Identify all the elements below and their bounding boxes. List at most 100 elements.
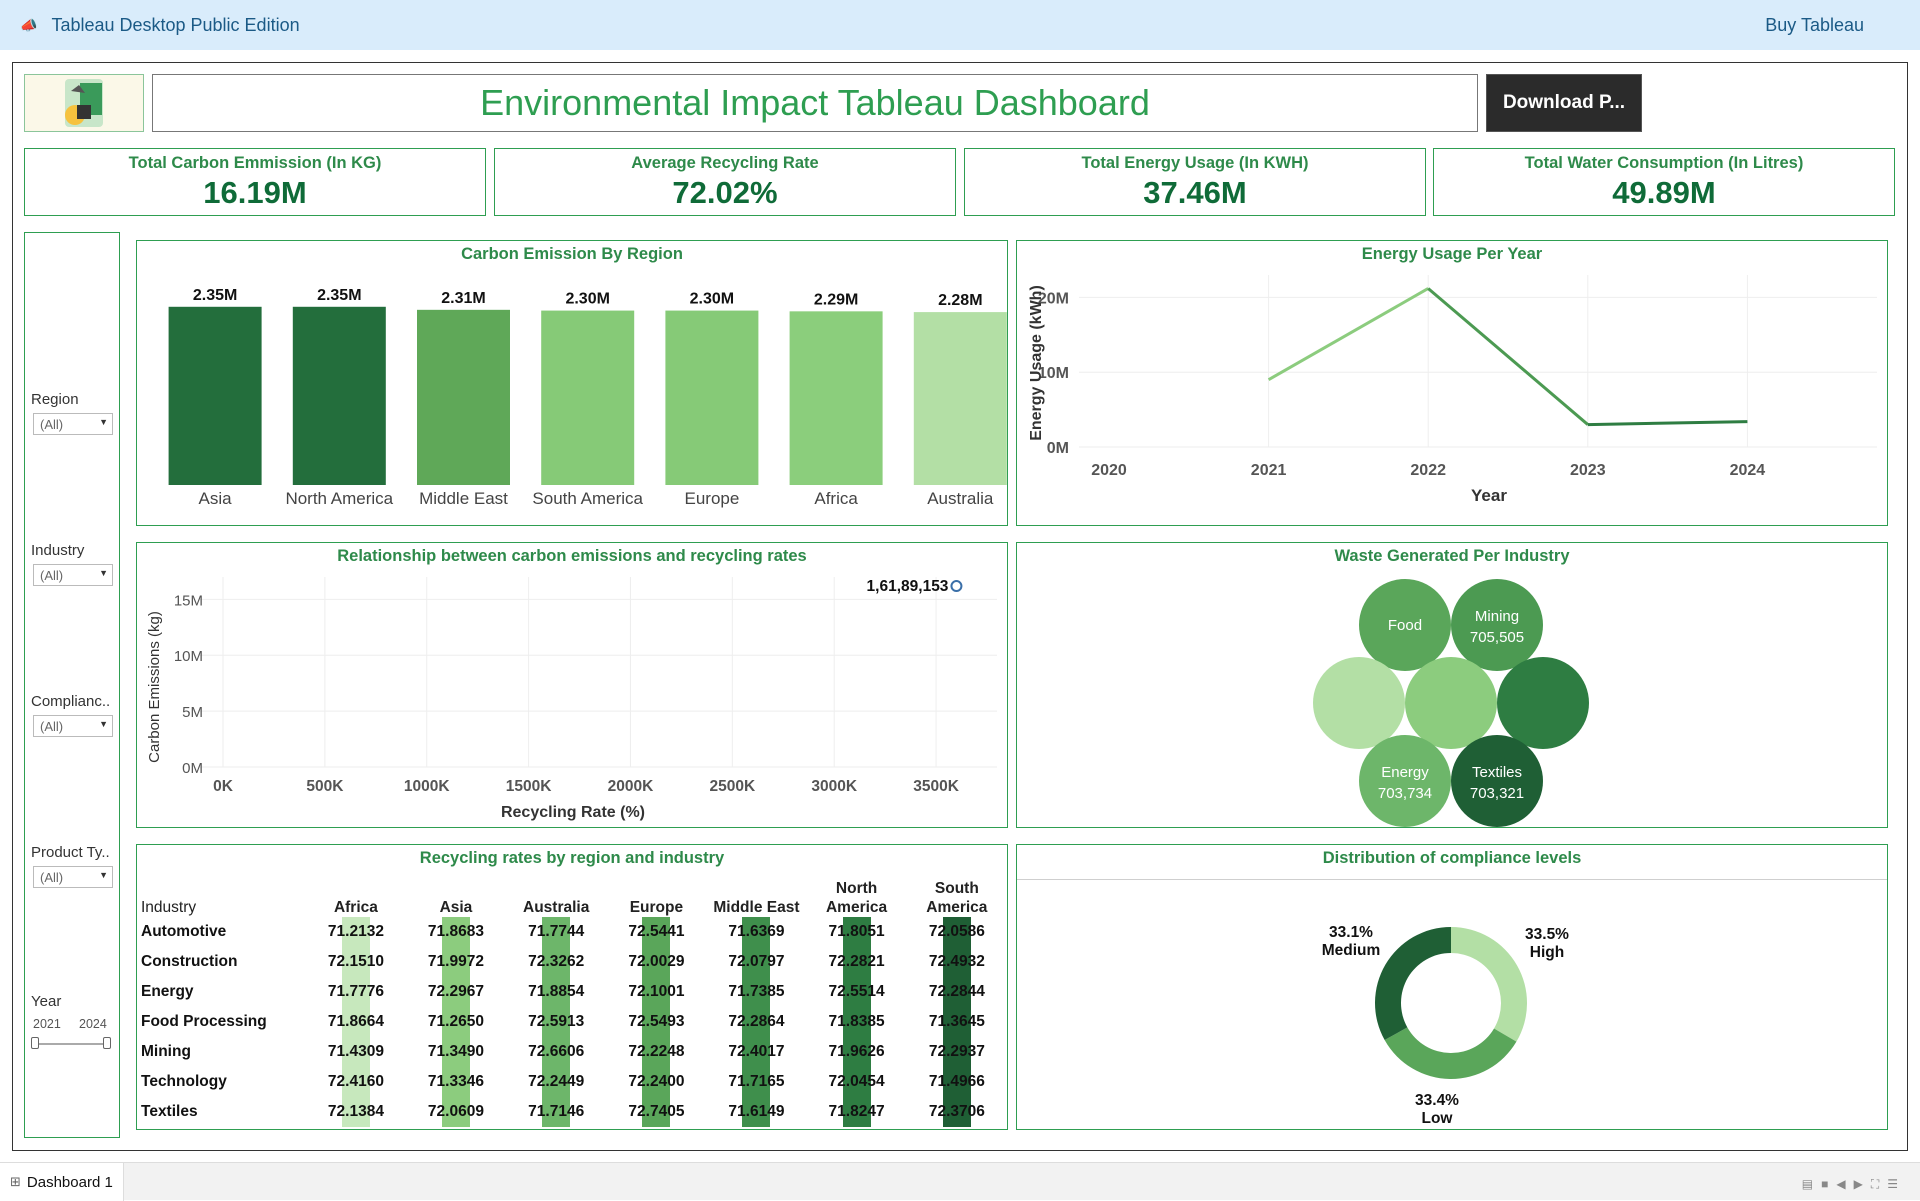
- cell-value: 71.3346: [427, 1073, 484, 1090]
- heatmap-cell: 71.2650: [406, 1007, 506, 1037]
- heatmap-cell: 72.3262: [506, 947, 606, 977]
- filter-panel: Region (All) ▼ Industry (All) ▼ Complian…: [24, 232, 120, 1138]
- buy-tableau-link[interactable]: Buy Tableau: [1765, 15, 1864, 36]
- cell-value: 71.2132: [327, 923, 384, 940]
- point-label: 1,61,89,153: [867, 578, 949, 595]
- cell-wrap: 72.3262: [528, 947, 585, 977]
- logo-image: [25, 75, 143, 131]
- heatmap-cell: 72.0586: [907, 917, 1007, 947]
- row-header-label: Industry: [141, 899, 197, 916]
- year-min-label: 2021: [33, 1017, 61, 1031]
- x-tick-label: 2020: [1091, 462, 1127, 479]
- download-pdf-button[interactable]: Download P...: [1486, 74, 1642, 132]
- view-controls[interactable]: ▤■◀▶⛶☰: [1802, 1177, 1906, 1192]
- heatmap-cell: 71.4309: [306, 1037, 406, 1067]
- bubble-name-label: Mining: [1475, 608, 1519, 625]
- cell-value: 72.1510: [327, 953, 384, 970]
- x-tick-label: 1500K: [506, 778, 552, 795]
- cell-value: 72.2967: [427, 983, 484, 1000]
- cell-value: 72.6606: [528, 1043, 585, 1060]
- cell-wrap: 72.2400: [628, 1067, 684, 1097]
- heatmap-cell: 72.1510: [306, 947, 406, 977]
- table-row: Textiles 72.1384 72.0609 71.7146 72.7405 71.6…: [141, 1097, 1007, 1127]
- cell-wrap: 71.7165: [728, 1067, 785, 1097]
- bar-value-label: 2.30M: [690, 291, 734, 308]
- slice-name-label: High: [1530, 944, 1564, 961]
- cell-wrap: 71.8051: [828, 917, 885, 947]
- table-row: Mining 71.4309 71.3490 72.6606 72.2248 72.401…: [141, 1037, 1007, 1067]
- bar-value-label: 2.31M: [441, 290, 485, 307]
- cell-wrap: 72.2449: [528, 1067, 584, 1097]
- cell-value: 72.5441: [628, 923, 685, 940]
- cell-value: 71.8664: [327, 1013, 384, 1030]
- industry-name: Construction: [141, 953, 238, 970]
- heatmap-cell: 71.9626: [806, 1037, 906, 1067]
- year-slider-min-handle[interactable]: [31, 1037, 39, 1049]
- category-tick-label: Middle East: [419, 489, 508, 508]
- cell-wrap: 71.9972: [427, 947, 484, 977]
- x-axis-title: Recycling Rate (%): [501, 804, 645, 821]
- year-slider-track[interactable]: [35, 1043, 107, 1045]
- cell-wrap: 72.6606: [528, 1037, 585, 1067]
- bubble-value-label: 703,321: [1470, 785, 1524, 802]
- cell-value: 71.9972: [427, 953, 484, 970]
- cell-value: 72.4017: [728, 1043, 785, 1060]
- heatmap-cell: 72.1001: [606, 977, 706, 1007]
- heatmap-cell: 72.2449: [506, 1067, 606, 1097]
- emissions-scatter-chart: 0K 500K 1000K 1500K 2000K 2500K 3000K 3500K 0M 5M…: [146, 577, 997, 821]
- cell-wrap: 72.0609: [427, 1097, 484, 1127]
- year-slider-max-handle[interactable]: [103, 1037, 111, 1049]
- heatmap-cell: 71.7165: [706, 1067, 806, 1097]
- cell-value: 71.8051: [828, 923, 885, 940]
- cell-wrap: 71.2650: [428, 1007, 484, 1037]
- heatmap-cell: 72.5441: [606, 917, 706, 947]
- slice-name-label: Medium: [1322, 942, 1381, 959]
- cell-wrap: 71.9626: [828, 1037, 885, 1067]
- cell-value: 72.3262: [528, 953, 585, 970]
- megaphone-icon: 📣: [20, 16, 38, 33]
- cell-wrap: 72.5514: [829, 977, 885, 1007]
- cell-value: 72.0029: [628, 953, 685, 970]
- tab-label: Dashboard 1: [26, 1173, 113, 1191]
- category-tick-label: Africa: [814, 489, 858, 508]
- tab-dashboard-1[interactable]: ⊞ Dashboard 1: [0, 1163, 124, 1201]
- cell-value: 72.2821: [828, 953, 885, 970]
- line-segment: [1427, 287, 1589, 426]
- industry-bubble: [1497, 657, 1589, 749]
- kpi-card-energy: Total Energy Usage (In KWH) 37.46M: [964, 148, 1426, 216]
- energy-per-year-panel: Energy Usage Per Year 0M 10M 20M 2020 2021 20…: [1016, 240, 1888, 526]
- category-tick-label: Australia: [927, 489, 994, 508]
- heatmap-cell: 71.3346: [406, 1067, 506, 1097]
- dropdown-arrow-icon: ▼: [99, 870, 108, 880]
- region-filter-select[interactable]: (All) ▼: [33, 413, 113, 435]
- industry-filter-select[interactable]: (All) ▼: [33, 564, 113, 586]
- filter-value: (All): [40, 568, 64, 583]
- cell-value: 71.9626: [828, 1043, 885, 1060]
- slice-percent-label: 33.5%: [1525, 926, 1569, 943]
- heatmap-cell: 71.8247: [806, 1097, 906, 1127]
- compliance-distribution-panel: Distribution of compliance levels 33.5% H…: [1016, 844, 1888, 1130]
- industry-bubble: [1451, 579, 1543, 671]
- filter-label-industry: Industry: [31, 542, 85, 559]
- cell-value: 71.3645: [928, 1013, 985, 1030]
- cell-value: 72.0609: [427, 1103, 484, 1120]
- heatmap-cell: 72.2400: [606, 1067, 706, 1097]
- cell-wrap: 71.8247: [829, 1097, 885, 1127]
- industry-bubble: [1359, 735, 1451, 827]
- cell-wrap: 72.4017: [728, 1037, 785, 1067]
- x-tick-label: 1000K: [404, 778, 450, 795]
- filter-label-region: Region: [31, 391, 79, 408]
- cell-wrap: 72.7405: [628, 1097, 684, 1127]
- cell-value: 71.7165: [728, 1073, 785, 1090]
- cell-value: 71.8385: [828, 1013, 885, 1030]
- column-header: Africa: [333, 899, 378, 916]
- filter-value: (All): [40, 719, 64, 734]
- cell-value: 72.0797: [728, 953, 785, 970]
- industry-name: Automotive: [141, 923, 227, 940]
- product-type-filter-select[interactable]: (All) ▼: [33, 866, 113, 888]
- slice-percent-label: 33.4%: [1415, 1092, 1459, 1109]
- cell-value: 72.5493: [628, 1013, 685, 1030]
- heatmap-cell: 72.5514: [806, 977, 906, 1007]
- cell-wrap: 72.1510: [327, 947, 384, 977]
- compliance-filter-select[interactable]: (All) ▼: [33, 715, 113, 737]
